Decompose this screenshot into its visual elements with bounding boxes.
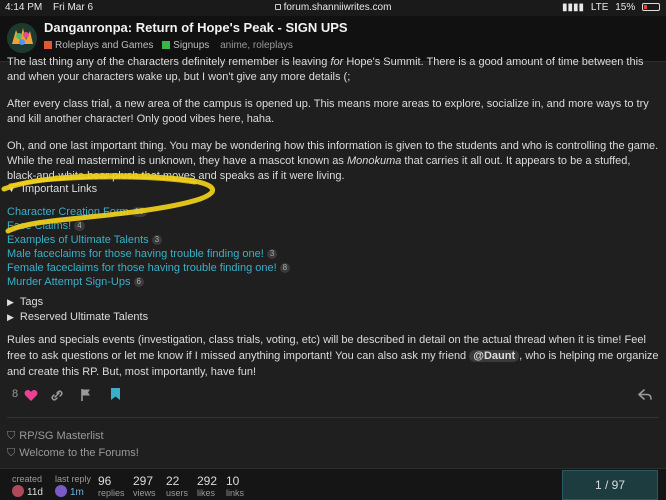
post-paragraph: Oh, and one last important thing. You ma… — [7, 140, 659, 182]
avatar[interactable] — [12, 485, 24, 497]
details-important-links[interactable]: ▼ Important Links — [7, 183, 97, 195]
post-body: The last thing any of the characters def… — [7, 56, 659, 196]
link-item[interactable]: Face Claims! 4 — [7, 219, 290, 233]
click-count-badge: 4 — [74, 221, 85, 231]
topic-tags[interactable]: anime, roleplays — [220, 40, 293, 51]
link-item[interactable]: Female faceclaims for those having troub… — [7, 261, 291, 275]
stat-views: 297 views — [133, 474, 156, 498]
link-item[interactable]: Murder Attempt Sign-Ups 6 — [7, 275, 290, 289]
subcategory-label: Signups — [173, 40, 210, 51]
details-summary-label: Important Links — [21, 183, 98, 195]
important-links-list: Character Creation Form 10 Face Claims! 4 … — [7, 205, 291, 289]
click-count-badge: 3 — [151, 235, 163, 245]
post-paragraph: The last thing any of the characters def… — [7, 56, 644, 83]
caret-down-icon: ▼ — [7, 184, 16, 194]
subcategory-badge[interactable]: Signups — [162, 40, 209, 51]
post-paragraph: Rules and specials events (investigation… — [7, 334, 659, 378]
details-reserved-talents[interactable]: ▶ Reserved Ultimate Talents — [7, 311, 148, 323]
topic-progress[interactable]: 1 / 97 — [562, 470, 658, 500]
stat-last-reply: last reply 1m — [55, 474, 92, 498]
subcategory-color-box — [162, 41, 171, 49]
stat-users: 22 users — [166, 474, 189, 498]
caret-right-icon: ▶ — [7, 297, 14, 307]
like-count: 8 — [12, 388, 19, 400]
topic-title[interactable]: Danganronpa: Return of Hope's Peak - SIG… — [44, 20, 348, 35]
category-badge[interactable]: Roleplays and Games — [44, 40, 153, 51]
signal-icon: ▮▮▮▮ — [562, 2, 585, 13]
link-item[interactable]: Male faceclaims for those having trouble… — [7, 247, 290, 261]
click-count-badge: 8 — [279, 263, 291, 273]
network-label: LTE — [590, 2, 609, 13]
click-count-badge: 3 — [266, 249, 278, 259]
reply-icon[interactable] — [638, 389, 652, 401]
post-paragraph: After every class trial, a new area of t… — [7, 98, 649, 125]
heart-icon[interactable] — [24, 389, 38, 402]
ios-status-bar: 4:14 PM Fri Mar 6 forum.shanniiwrites.co… — [0, 0, 666, 16]
site-logo-icon[interactable] — [6, 22, 38, 54]
stat-links: 10 links — [226, 474, 245, 498]
battery-percent: 15% — [615, 2, 636, 13]
related-topic[interactable]: ⛉ RP/SG Masterlist — [7, 430, 104, 443]
related-topic-label: RP/SG Masterlist — [19, 430, 104, 442]
lock-icon — [274, 4, 281, 10]
section-divider — [7, 417, 659, 418]
related-topic[interactable]: ⛉ Welcome to the Forums! — [7, 447, 139, 460]
click-count-badge: 6 — [133, 277, 144, 287]
flag-icon[interactable] — [80, 388, 92, 402]
battery-icon — [642, 3, 660, 11]
avatar[interactable] — [55, 485, 67, 497]
url-text: forum.shanniiwrites.com — [283, 2, 392, 13]
post-actions: 8 — [0, 382, 666, 408]
caret-right-icon: ▶ — [7, 312, 14, 322]
category-color-box — [44, 41, 52, 49]
shield-icon: ⛉ — [7, 447, 16, 459]
stat-created: created 11d — [12, 474, 43, 498]
stat-replies: 96 replies — [98, 474, 125, 498]
link-item[interactable]: Examples of Ultimate Talents 3 — [7, 233, 290, 247]
link-item[interactable]: Character Creation Form 10 — [7, 205, 290, 219]
details-summary-label: Reserved Ultimate Talents — [19, 311, 149, 323]
related-topic-label: Welcome to the Forums! — [19, 447, 139, 459]
details-tags[interactable]: ▶ Tags — [7, 296, 43, 308]
user-mention[interactable]: @Daunt — [469, 350, 520, 362]
topic-meta: Roleplays and Games Signups anime, rolep… — [44, 40, 293, 51]
details-summary-label: Tags — [19, 296, 44, 308]
stat-likes: 292 likes — [197, 474, 218, 498]
status-right: ▮▮▮▮ LTE 15% — [558, 2, 660, 13]
category-label: Roleplays and Games — [55, 40, 154, 51]
shield-icon: ⛉ — [7, 430, 16, 442]
bookmark-icon[interactable] — [110, 387, 121, 401]
click-count-badge: 10 — [131, 207, 147, 217]
link-icon[interactable] — [50, 389, 64, 402]
